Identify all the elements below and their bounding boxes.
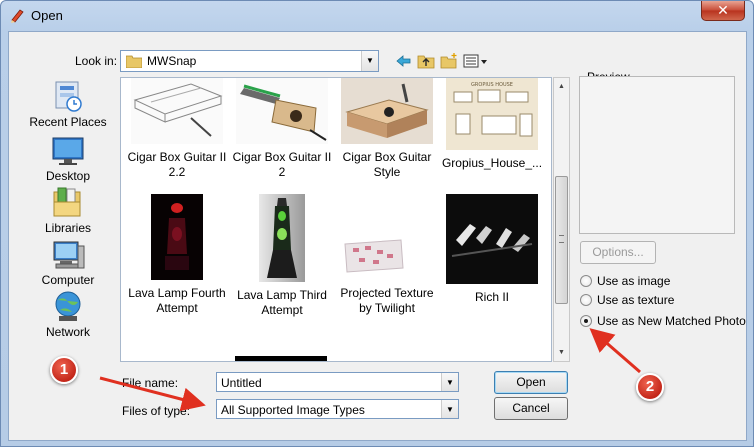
- annotation-arrow-1: [99, 376, 206, 412]
- annotation-badge-1: 1: [50, 356, 78, 384]
- annotation-badge-2: 2: [636, 373, 664, 401]
- annotation-arrow-2: [589, 328, 641, 374]
